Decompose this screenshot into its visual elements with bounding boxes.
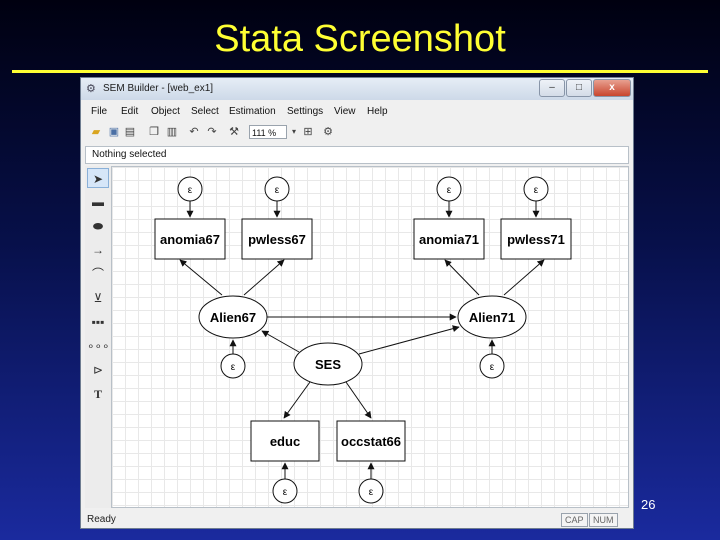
diagram-canvas[interactable]: ε ε ε ε anomia67 pwless67 anomia71 pwles… (111, 166, 629, 508)
svg-text:pwless67: pwless67 (248, 232, 306, 247)
fit-icon[interactable]: ⊞ (301, 125, 315, 139)
settings-icon[interactable]: ⚙ (321, 125, 335, 139)
group-tool-icon[interactable]: ⊳ (87, 360, 109, 380)
latent-ses[interactable]: SES (293, 342, 363, 386)
slide-title: Stata Screenshot (214, 18, 506, 60)
text-tool-icon[interactable]: T (87, 384, 109, 404)
print-icon[interactable]: ▤ (123, 125, 137, 139)
paste-icon[interactable]: ▥ (165, 125, 179, 139)
var-pwless71[interactable]: pwless71 (500, 218, 572, 260)
sem-builder-window: ⚙ SEM Builder - [web_ex1] – □ x File Edi… (80, 77, 634, 529)
window-statusbar: Ready CAP NUM (81, 511, 633, 528)
menu-file[interactable]: File (91, 106, 107, 117)
ready-status: Ready (87, 514, 116, 525)
svg-text:ε: ε (369, 487, 374, 498)
error-pwless67[interactable]: ε (264, 176, 290, 202)
menu-edit[interactable]: Edit (121, 106, 138, 117)
menu-help[interactable]: Help (367, 106, 388, 117)
disturbance-alien71[interactable]: ε (479, 353, 505, 379)
latent-alien67[interactable]: Alien67 (198, 295, 268, 339)
svg-text:ε: ε (283, 487, 288, 498)
svg-text:educ: educ (270, 434, 300, 449)
var-educ[interactable]: educ (250, 420, 320, 462)
svg-text:ε: ε (188, 185, 193, 196)
error-pwless71[interactable]: ε (523, 176, 549, 202)
menu-settings[interactable]: Settings (287, 106, 323, 117)
select-tool-icon[interactable]: ➤ (87, 168, 109, 188)
measurement-component-tool-icon[interactable]: ⊻ (87, 288, 109, 308)
maximize-button[interactable]: □ (566, 79, 592, 97)
title-rule (12, 70, 708, 73)
zoom-dropdown-icon[interactable]: ▾ (287, 125, 301, 139)
toolbar: ▰ ▣ ▤ ❐ ▥ ↶ ↷ ⚒ 111 % ▾ ⊞ ⚙ (81, 123, 633, 143)
undo-icon[interactable]: ↶ (187, 125, 201, 139)
error-anomia67[interactable]: ε (177, 176, 203, 202)
menu-select[interactable]: Select (191, 106, 219, 117)
var-occstat66[interactable]: occstat66 (336, 420, 406, 462)
window-titlebar: ⚙ SEM Builder - [web_ex1] – □ x (81, 78, 633, 100)
estimate-icon[interactable]: ⚒ (227, 125, 241, 139)
error-occstat66[interactable]: ε (358, 478, 384, 504)
num-indicator: NUM (589, 513, 618, 527)
svg-text:anomia71: anomia71 (419, 232, 479, 247)
copy-icon[interactable]: ❐ (147, 125, 161, 139)
cap-indicator: CAP (561, 513, 588, 527)
latent-alien71[interactable]: Alien71 (457, 295, 527, 339)
path-tool-icon[interactable]: → (87, 240, 109, 260)
var-anomia71[interactable]: anomia71 (413, 218, 485, 260)
regression-component-tool-icon[interactable]: ▪▪▪ (87, 312, 109, 332)
observed-variable-tool-icon[interactable]: ▬ (87, 192, 109, 212)
save-icon[interactable]: ▣ (107, 125, 121, 139)
zoom-field[interactable]: 111 % (249, 125, 287, 139)
svg-text:Alien67: Alien67 (210, 310, 256, 325)
menu-view[interactable]: View (334, 106, 356, 117)
svg-text:ε: ε (534, 185, 539, 196)
latent-variable-tool-icon[interactable]: ⬬ (87, 216, 109, 236)
sem-diagram: ε ε ε ε anomia67 pwless67 anomia71 pwles… (154, 176, 572, 504)
svg-text:ε: ε (275, 185, 280, 196)
var-pwless67[interactable]: pwless67 (241, 218, 313, 260)
window-controls: – □ x (538, 79, 631, 97)
svg-text:ε: ε (490, 362, 495, 373)
var-anomia67[interactable]: anomia67 (154, 218, 226, 260)
open-icon[interactable]: ▰ (89, 125, 103, 139)
minimize-button[interactable]: – (539, 79, 565, 97)
window-title: SEM Builder - [web_ex1] (103, 83, 214, 94)
disturbance-alien67[interactable]: ε (220, 353, 246, 379)
slide-number: 26 (641, 497, 656, 512)
menubar: File Edit Object Select Estimation Setti… (81, 103, 633, 121)
covariance-tool-icon[interactable]: ⌒ (87, 264, 109, 284)
multi-variable-tool-icon[interactable]: ∘∘∘ (87, 336, 110, 356)
svg-text:Alien71: Alien71 (469, 310, 515, 325)
menu-estimation[interactable]: Estimation (229, 106, 276, 117)
svg-text:ε: ε (447, 185, 452, 196)
app-icon: ⚙ (86, 83, 96, 95)
menu-object[interactable]: Object (151, 106, 180, 117)
svg-text:SES: SES (315, 357, 341, 372)
svg-text:anomia67: anomia67 (160, 232, 220, 247)
selection-status: Nothing selected (85, 146, 629, 164)
svg-text:occstat66: occstat66 (341, 434, 401, 449)
redo-icon[interactable]: ↷ (205, 125, 219, 139)
toolbox: ➤ ▬ ⬬ → ⌒ ⊻ ▪▪▪ ∘∘∘ ⊳ T (85, 166, 112, 508)
error-anomia71[interactable]: ε (436, 176, 462, 202)
error-educ[interactable]: ε (272, 478, 298, 504)
svg-text:pwless71: pwless71 (507, 232, 565, 247)
close-button[interactable]: x (593, 79, 631, 97)
svg-text:ε: ε (231, 362, 236, 373)
